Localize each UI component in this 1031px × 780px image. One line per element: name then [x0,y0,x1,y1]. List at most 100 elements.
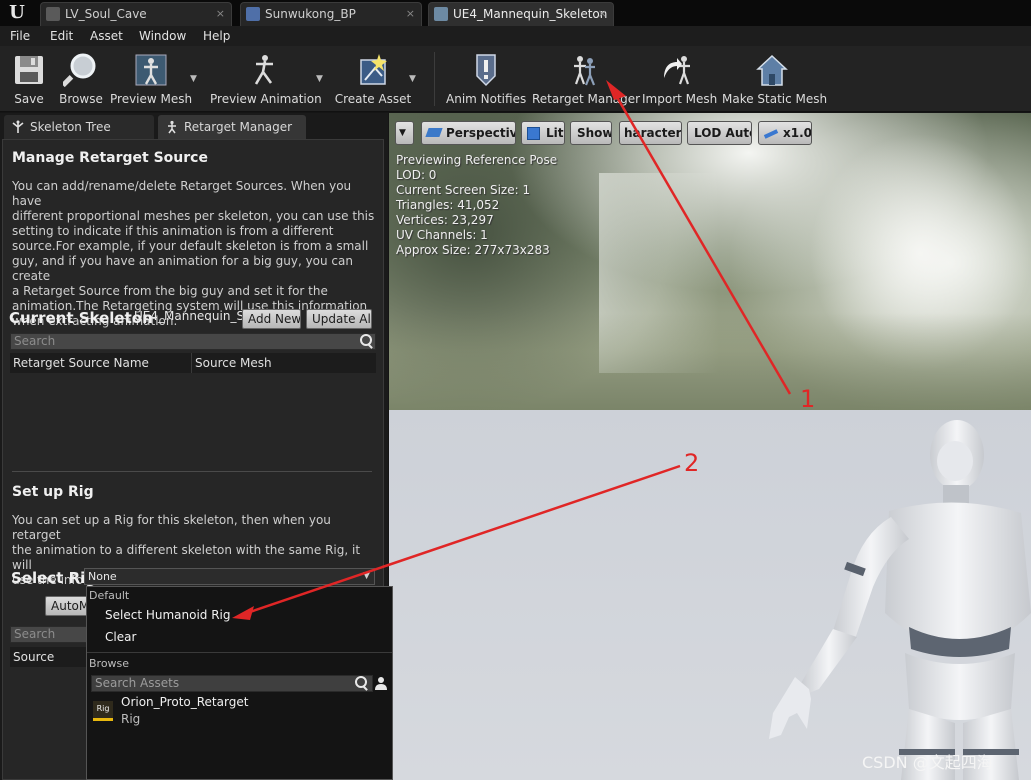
show-button[interactable]: Show [570,121,612,145]
make-static-mesh-button[interactable]: Make Static Mesh [722,48,828,110]
description-line: different proportional meshes per skelet… [12,209,375,223]
section-browse-label: Browse [89,657,130,670]
stat-screen-size: Current Screen Size: 1 [396,183,531,197]
stat-lod: LOD: 0 [396,168,437,182]
watermark-text: CSDN @文起四海 [862,753,993,772]
select-rig-value: None [88,570,117,583]
menu-edit[interactable]: Edit [50,26,73,46]
toolbar-separator [434,52,435,106]
description-line: You can add/rename/delete Retarget Sourc… [12,179,352,208]
lod-auto-button[interactable]: LOD Auto [687,121,752,145]
tab-ue4-mannequin-skeleton[interactable]: UE4_Mannequin_Skeleton × [428,2,614,26]
close-icon[interactable]: × [406,3,415,25]
create-asset-button[interactable]: Create Asset [334,48,412,110]
save-button[interactable]: Save [6,48,52,110]
select-humanoid-rig-item[interactable]: Select Humanoid Rig [105,608,231,622]
asset-type: Rig [121,712,141,726]
tab-label: LV_Soul_Cave [65,7,147,21]
preview-animation-button[interactable]: Preview Animation [210,48,322,110]
current-skeleton-label: Current Skeleton [9,309,153,327]
stat-vertices: Vertices: 23,297 [396,213,494,227]
preview-mesh-icon [135,54,167,86]
tab-skeleton-tree[interactable]: Skeleton Tree [4,115,154,139]
make-static-mesh-label: Make Static Mesh [722,92,828,106]
select-rig-combo[interactable]: None ▼ [84,568,375,585]
asset-search-input[interactable]: Search Assets [91,675,373,692]
description-line: setting to indicate if this animation is… [12,224,334,238]
retarget-source-table-header: Retarget Source Name Source Mesh [10,353,376,373]
description-line: a Retarget Source from the big guy and s… [12,284,328,298]
anim-notifies-label: Anim Notifies [446,92,527,106]
automap-button[interactable]: AutoM [45,596,89,616]
tab-sunwukong-bp[interactable]: Sunwukong_BP × [240,2,422,26]
tab-label: Skeleton Tree [30,120,111,134]
search-icon[interactable] [360,334,374,348]
import-mesh-button[interactable]: Import Mesh [642,48,717,110]
preview-animation-dropdown-icon[interactable]: ▼ [316,74,326,84]
perspective-icon [425,128,443,137]
asset-list-item[interactable]: Rig Orion_Proto_Retarget Rig [91,695,391,727]
anim-notifies-icon [476,54,496,87]
viewport-options-dropdown[interactable]: ▼ [395,121,414,145]
column-source-mesh[interactable]: Source Mesh [192,353,376,373]
clear-item[interactable]: Clear [105,630,136,644]
rig-search-input[interactable]: Search [10,626,88,643]
blueprint-icon [246,7,260,21]
preview-mesh-button[interactable]: Preview Mesh [110,48,192,110]
import-mesh-icon [664,56,690,85]
update-all-button[interactable]: Update All [306,309,372,329]
close-icon[interactable]: × [216,3,225,25]
stat-uv-channels: UV Channels: 1 [396,228,488,242]
column-retarget-source-name[interactable]: Retarget Source Name [10,353,192,373]
select-rig-dropdown-menu: Default Select Humanoid Rig Clear Browse… [86,586,393,780]
browse-label: Browse [59,92,103,106]
perspective-label: Perspective [446,126,515,140]
section-divider [12,471,372,472]
speed-button[interactable]: x1.0 [758,121,812,145]
skeleton-icon [434,7,448,21]
save-label: Save [14,92,44,106]
user-filter-icon[interactable] [374,676,388,690]
tab-lv-soul-cave[interactable]: LV_Soul_Cave × [40,2,232,26]
magnifier-icon [63,53,96,88]
column-source[interactable]: Source [10,647,88,667]
anim-notifies-button[interactable]: Anim Notifies [446,48,526,110]
tab-label: Sunwukong_BP [265,7,356,21]
section-title-retarget-source: Manage Retarget Source [12,150,208,166]
perspective-button[interactable]: Perspective [421,121,516,145]
tab-label: UE4_Mannequin_Skeleton [453,7,608,21]
browse-button[interactable]: Browse [56,48,106,110]
speed-label: x1.0 [783,126,812,140]
preview-mesh-dropdown-icon[interactable]: ▼ [190,74,200,84]
add-new-button[interactable]: Add New [242,309,301,329]
menu-file[interactable]: File [10,26,30,46]
close-icon[interactable]: × [598,3,607,25]
retarget-manager-icon [574,56,596,86]
preview-animation-label: Preview Animation [210,92,322,106]
menu-window[interactable]: Window [139,26,186,46]
lit-button[interactable]: Lit [521,121,565,145]
rig-thumbnail-icon: Rig [93,701,113,721]
skeleton-tree-icon [12,120,24,133]
retarget-manager-button[interactable]: Retarget Manager [532,48,640,110]
save-icon [15,56,43,84]
document-tab-bar: U LV_Soul_Cave × Sunwukong_BP × UE4_Mann… [0,0,1031,26]
tab-retarget-manager[interactable]: Retarget Manager [158,115,306,139]
unreal-logo-icon[interactable]: U [0,0,34,26]
preview-mesh-label: Preview Mesh [110,92,193,106]
character-button[interactable]: haracter [619,121,682,145]
create-asset-dropdown-icon[interactable]: ▼ [409,74,419,84]
asset-name: Orion_Proto_Retarget [121,695,249,709]
menu-help[interactable]: Help [203,26,230,46]
retarget-source-search-input[interactable]: Search [10,333,376,350]
search-icon[interactable] [355,676,369,690]
description-line: guy, and if you have an animation for a … [12,254,353,283]
retarget-manager-tab-icon [168,120,176,134]
preview-viewport[interactable]: ▼ Perspective Lit Show haracter LOD Auto… [389,113,1031,780]
preview-animation-icon [254,55,273,85]
create-asset-label: Create Asset [334,92,412,106]
speed-icon [763,129,779,139]
description-line: source.For example, if your default skel… [12,239,369,253]
menu-asset[interactable]: Asset [90,26,123,46]
lit-cube-icon [527,127,540,140]
